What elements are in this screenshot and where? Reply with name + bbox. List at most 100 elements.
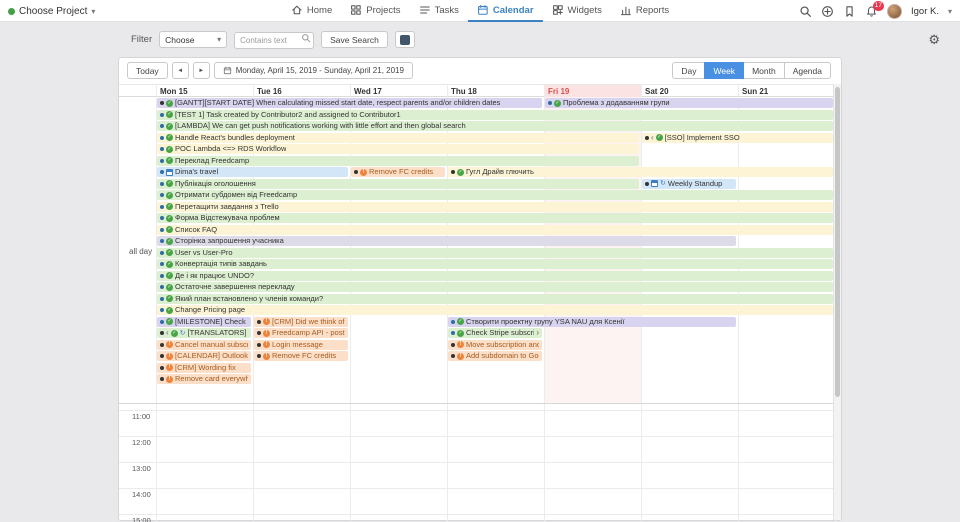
today-button[interactable]: Today — [127, 62, 168, 79]
nav-item-projects[interactable]: Projects — [341, 0, 409, 22]
calendar-event[interactable]: ✓ Остаточне завершення перекладу — [157, 282, 833, 292]
task-check-icon: ✓ — [655, 134, 663, 141]
calendar-event[interactable]: ✓ User vs User-Pro — [157, 247, 833, 258]
search-icon — [302, 34, 311, 43]
notifications-bell-icon[interactable]: 17 — [865, 0, 884, 18]
add-icon[interactable] — [821, 5, 834, 18]
calendar-event[interactable]: ✓ [LAMBDA] We can get push notifications … — [157, 121, 833, 131]
calendar-event[interactable]: ✓Check Stripe subscripti...› — [448, 328, 542, 338]
widgets-icon — [552, 5, 563, 15]
event-title: Переклад Freedcamp — [175, 155, 250, 165]
prev-week-button[interactable]: ◄ — [171, 62, 189, 79]
task-check-icon: ✓ — [166, 249, 173, 256]
task-check-icon: ✓ — [166, 191, 173, 199]
calendar-event[interactable]: !Move subscription and CC — [448, 339, 542, 350]
calendar-event[interactable]: ✓ Гугл Драйв глючить — [448, 167, 833, 177]
view-button-week[interactable]: Week — [704, 62, 745, 79]
event-color-dot — [645, 135, 649, 140]
issue-icon: ! — [166, 341, 173, 348]
calendar-event[interactable]: ‹✓↻[TRANSLATORS] Pr... — [157, 328, 251, 338]
event-color-dot — [257, 342, 261, 347]
calendar-event[interactable]: ✓ Створити проектну групу YSA NAU для Ксе… — [448, 316, 736, 327]
calendar-event[interactable]: !Remove card everywhere — [157, 374, 251, 384]
nav-item-reports[interactable]: Reports — [611, 0, 678, 22]
calendar-event[interactable]: ✓ Форма Відстежувача проблем — [157, 213, 833, 223]
day-header-wed: Wed 17 — [354, 87, 382, 96]
calendar-event[interactable]: ✓ Переклад Freedcamp — [157, 155, 639, 166]
chevron-down-icon[interactable]: ▾ — [948, 7, 952, 16]
calendar-event[interactable]: ![CRM] Did we think of ho... — [254, 316, 348, 327]
calendar-event[interactable]: ✓ Перетащити завдання з Trello — [157, 201, 833, 212]
scrollbar-thumb[interactable] — [835, 87, 840, 397]
event-title: Конвертація типів завдань — [175, 259, 267, 268]
calendar-event[interactable]: ✓ Який план встановлено у членів команди? — [157, 293, 833, 304]
save-search-button[interactable]: Save Search — [321, 31, 388, 48]
calendar-event[interactable]: ✓ Change Pricing page — [157, 305, 833, 315]
calendar-event[interactable]: ! Remove FC credits — [254, 351, 348, 361]
all-day-section: all day ✓ [GANTT][START DATE] When calcul… — [119, 97, 835, 403]
calendar-event[interactable]: ✓ Отримати субдомен від Freedcamp — [157, 190, 833, 200]
next-week-button[interactable]: ► — [192, 62, 210, 79]
event-title: [MILESTONE] Check resul... — [175, 316, 248, 326]
user-name[interactable]: Igor K. — [911, 6, 939, 17]
avatar[interactable] — [886, 3, 902, 19]
event-color-dot — [160, 227, 164, 232]
settings-gear-icon[interactable]: ⚙ — [928, 33, 940, 46]
calendar-event[interactable]: ‹ ✓ [SSO] Implement SSO — [642, 132, 833, 143]
calendar-event[interactable]: ✓ Публікація оголошення — [157, 178, 639, 189]
projects-icon — [351, 5, 362, 15]
nav-item-calendar[interactable]: Calendar — [467, 0, 543, 22]
saved-searches-icon — [399, 34, 410, 45]
nav-item-widgets[interactable]: Widgets — [543, 0, 611, 22]
calendar-event[interactable]: ✓ Проблема з додаванням групи — [545, 98, 833, 108]
calendar-event[interactable]: ✓[MILESTONE] Check resul... — [157, 316, 251, 327]
calendar-scrollbar[interactable] — [833, 84, 841, 520]
filter-dropdown[interactable]: Choose ▾ — [159, 31, 228, 48]
calendar-event[interactable]: ! Remove FC credits — [351, 167, 445, 177]
calendar-event[interactable]: ![CALENDAR] Outlook cale... — [157, 351, 251, 361]
nav-item-label: Reports — [635, 4, 670, 16]
event-color-dot — [160, 262, 164, 266]
date-range-button[interactable]: Monday, April 15, 2019 - Sunday, April 2… — [213, 62, 413, 79]
calendar-event[interactable]: ✓ Де і як працює UNDO? — [157, 270, 833, 281]
task-check-icon: ✓ — [166, 306, 173, 314]
calendar-event[interactable]: !Add subdomain to Google — [448, 351, 542, 361]
project-selector[interactable]: Choose Project ▾ — [8, 0, 95, 22]
issue-icon: ! — [457, 352, 464, 360]
hour-label: 15:00 — [132, 516, 151, 522]
filter-dropdown-value: Choose — [165, 34, 195, 45]
view-button-day[interactable]: Day — [672, 62, 706, 79]
calendar-event[interactable]: ✓ Сторінка запрошення учасника — [157, 236, 736, 246]
nav-item-home[interactable]: Home — [282, 0, 341, 22]
calendar-event[interactable]: ✓ [TEST 1] Task created by Contributor2 a… — [157, 109, 833, 120]
view-button-month[interactable]: Month — [743, 62, 785, 79]
calendar-event[interactable]: ! Login message — [254, 339, 348, 350]
event-color-dot — [160, 273, 164, 278]
bookmark-icon[interactable] — [843, 5, 856, 18]
search-icon[interactable] — [799, 5, 812, 18]
calendar-event[interactable]: Dima's travel — [157, 167, 348, 177]
hour-label: 11:00 — [132, 412, 151, 421]
calendar-event[interactable]: !Freedcamp API - post to ... — [254, 328, 348, 338]
nav-item-tasks[interactable]: Tasks — [410, 0, 468, 22]
calendar-event[interactable]: ✓ Конвертація типів завдань — [157, 259, 833, 269]
saved-searches-button[interactable] — [394, 31, 415, 48]
calendar-event[interactable]: ! [CRM] Wording fix — [157, 362, 251, 373]
event-title: Remove FC credits — [369, 167, 434, 176]
event-color-dot — [645, 181, 649, 186]
calendar-event[interactable]: !Cancel manual subscripti... — [157, 339, 251, 350]
event-color-dot — [160, 170, 164, 174]
date-range-label: Monday, April 15, 2019 - Sunday, April 2… — [235, 66, 404, 75]
event-color-dot — [548, 101, 552, 105]
event-color-dot — [160, 124, 164, 128]
calendar-event[interactable]: ✓ POC Lambda <=> RDS Workflow — [157, 144, 639, 154]
calendar-event[interactable]: ↻ Weekly Standup — [642, 178, 736, 189]
calendar-toolbar: Today ◄ ► Monday, April 15, 2019 - Sunda… — [119, 58, 841, 84]
task-check-icon: ✓ — [457, 329, 464, 337]
view-button-agenda[interactable]: Agenda — [783, 62, 831, 79]
calendar-event[interactable]: ✓ Handle React's bundles deployment — [157, 132, 639, 143]
calendar-event[interactable]: ✓ Список FAQ — [157, 224, 833, 235]
event-color-dot — [160, 377, 164, 381]
task-check-icon: ✓ — [166, 283, 173, 291]
calendar-event[interactable]: ✓ [GANTT][START DATE] When calculating mi… — [157, 98, 542, 108]
